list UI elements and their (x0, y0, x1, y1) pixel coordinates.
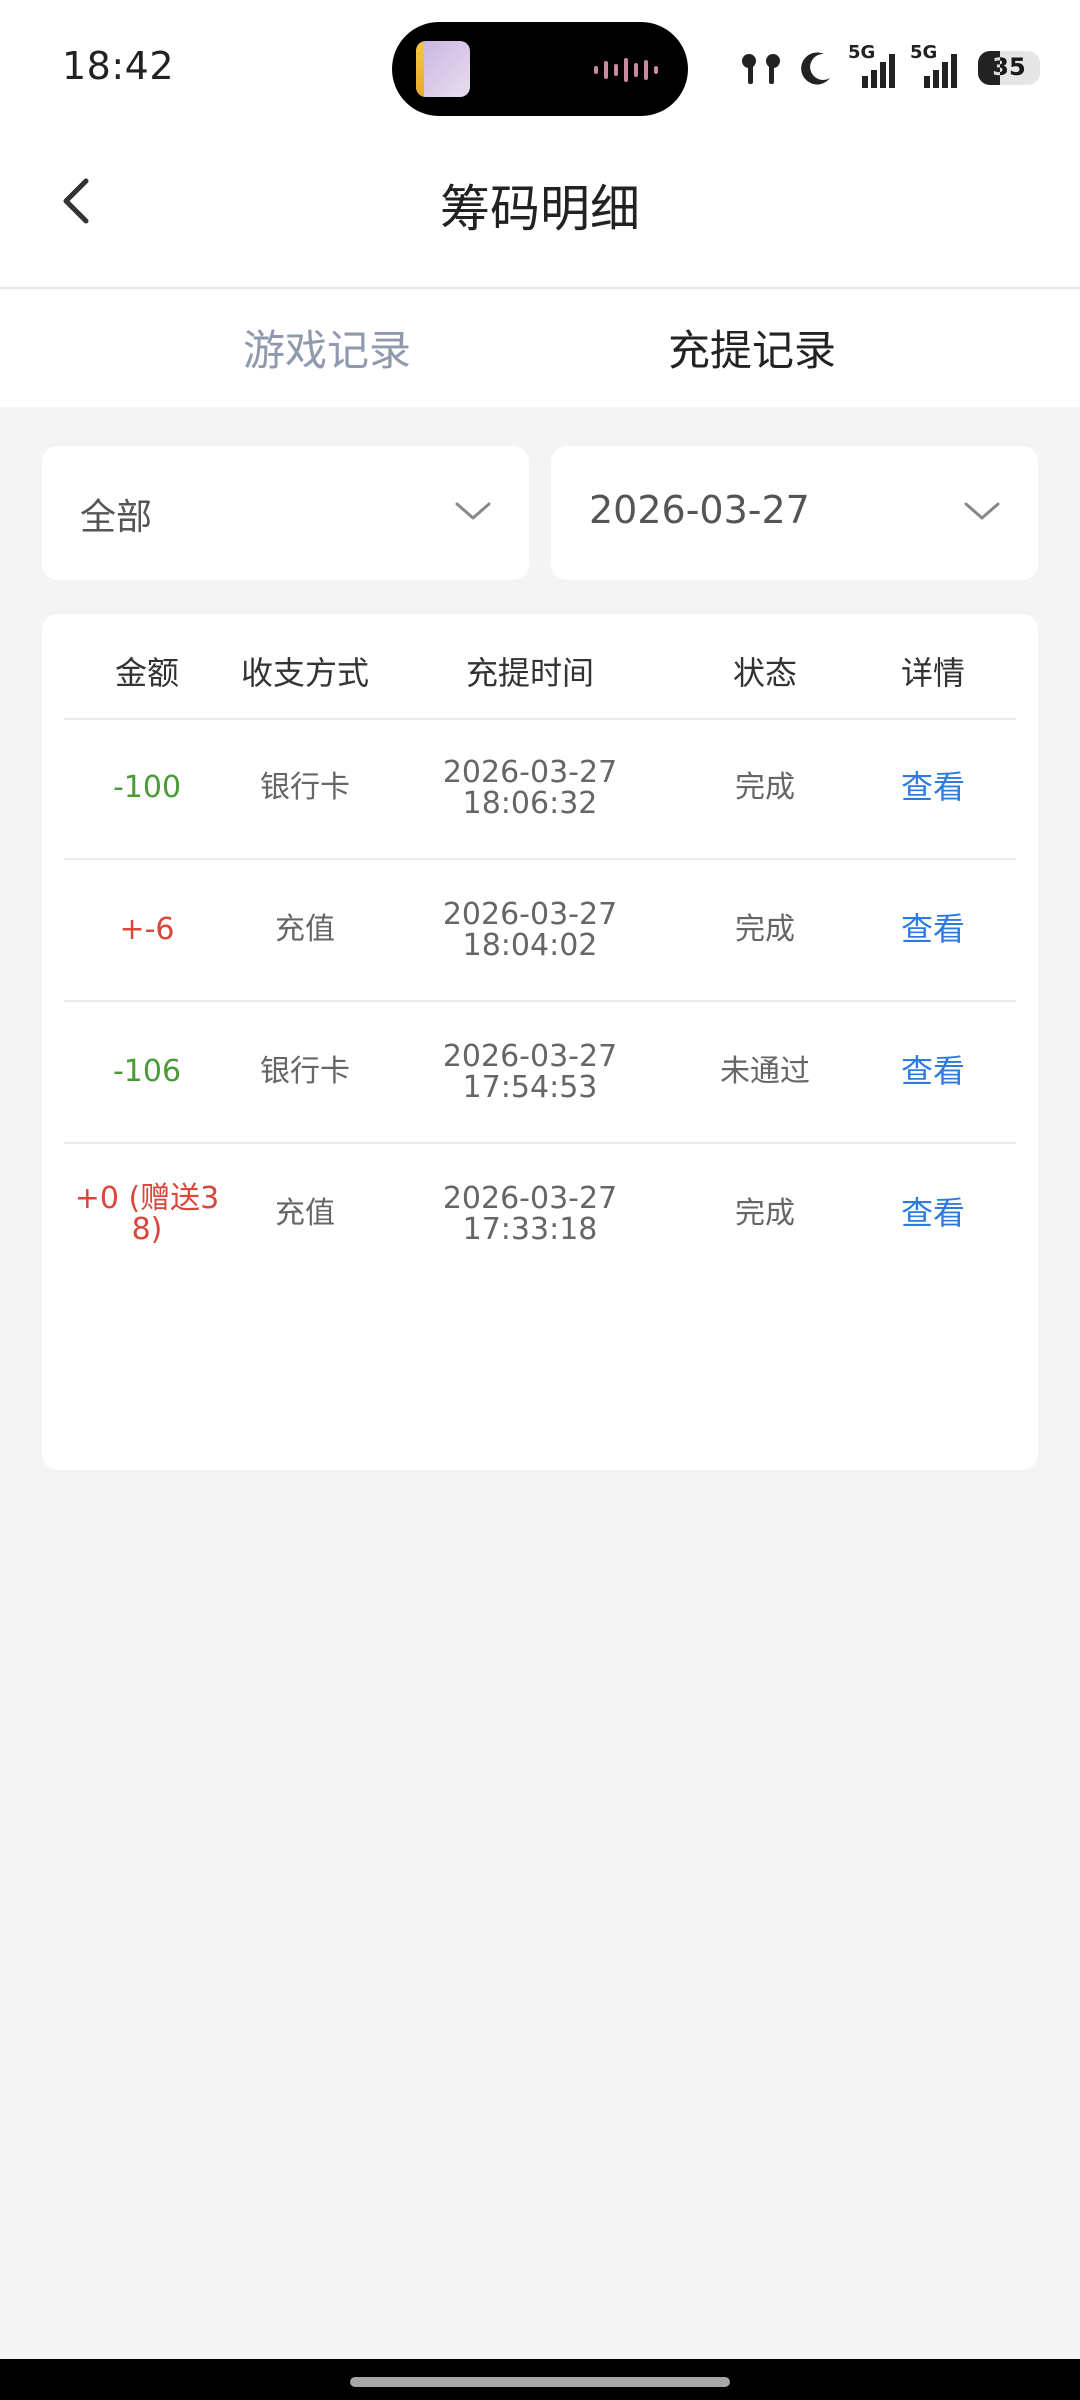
earbuds-icon (742, 54, 780, 84)
column-header-amount: 金额 (114, 654, 179, 692)
view-detail-link[interactable]: 查看 (850, 1002, 1016, 1142)
amount-cell: -106 (112, 1054, 182, 1090)
method-cell: 充值 (275, 912, 335, 948)
column-header-detail: 详情 (900, 654, 965, 692)
nav-header: 筹码明细 (0, 135, 1080, 289)
amount-cell: +0 (赠送38) (74, 1180, 220, 1247)
signal-icon: 5G (848, 42, 898, 90)
home-indicator[interactable] (350, 2377, 730, 2387)
amount-cell: +-6 (119, 912, 175, 948)
type-filter-select[interactable]: 全部 (42, 446, 529, 580)
method-cell: 银行卡 (260, 1054, 350, 1090)
time-cell: 2026-03-27 18:04:02 (442, 896, 618, 963)
date-filter-value: 2026-03-27 (589, 488, 810, 532)
time-cell: 2026-03-27 18:06:32 (442, 754, 618, 821)
amount-cell: -100 (112, 770, 182, 806)
table-row: +0 (赠送38) 充值 2026-03-27 17:33:18 完成 查看 (64, 1144, 1016, 1284)
chevron-down-icon (964, 502, 1000, 520)
table-row: -100 银行卡 2026-03-27 18:06:32 完成 查看 (64, 718, 1016, 860)
status-cell: 完成 (735, 912, 795, 948)
column-header-method: 收支方式 (240, 654, 369, 692)
view-detail-link[interactable]: 查看 (850, 718, 1016, 858)
tab-game-records[interactable]: 游戏记录 (243, 317, 411, 378)
chevron-down-icon (455, 502, 491, 520)
moon-icon (801, 52, 830, 85)
page-title: 筹码明细 (440, 180, 640, 238)
table-row: -106 银行卡 2026-03-27 17:54:53 未通过 查看 (64, 1002, 1016, 1144)
view-detail-link[interactable]: 查看 (850, 1144, 1016, 1284)
column-header-time: 充提时间 (465, 654, 594, 692)
status-icons: 5G 5G 35 (738, 40, 1040, 96)
view-detail-link[interactable]: 查看 (850, 860, 1016, 1000)
media-thumbnail (416, 41, 470, 97)
table-row: +-6 充值 2026-03-27 18:04:02 完成 查看 (64, 860, 1016, 1002)
time-cell: 2026-03-27 17:54:53 (442, 1038, 618, 1105)
table-header: 金额 收支方式 充提时间 状态 详情 (64, 614, 1016, 720)
column-header-status: 状态 (732, 654, 797, 692)
audio-wave-icon (594, 58, 658, 82)
method-cell: 银行卡 (260, 770, 350, 806)
records-table: 金额 收支方式 充提时间 状态 详情 -100 银行卡 2026-03-27 1… (42, 614, 1038, 1470)
status-time: 18:42 (62, 44, 175, 88)
status-bar: 18:42 5G 5G 35 (0, 0, 1080, 135)
status-cell: 完成 (735, 1196, 795, 1232)
status-cell: 完成 (735, 770, 795, 806)
status-cell: 未通过 (720, 1054, 810, 1090)
signal-icon-2: 5G (910, 42, 960, 90)
dynamic-island[interactable] (392, 22, 688, 116)
tab-bar: 游戏记录 充提记录 (0, 289, 1080, 407)
tab-deposit-withdraw-records[interactable]: 充提记录 (668, 317, 836, 378)
battery-icon: 35 (978, 51, 1040, 85)
time-cell: 2026-03-27 17:33:18 (442, 1180, 618, 1247)
method-cell: 充值 (275, 1196, 335, 1232)
date-filter-select[interactable]: 2026-03-27 (551, 446, 1038, 580)
type-filter-value: 全部 (80, 497, 153, 538)
